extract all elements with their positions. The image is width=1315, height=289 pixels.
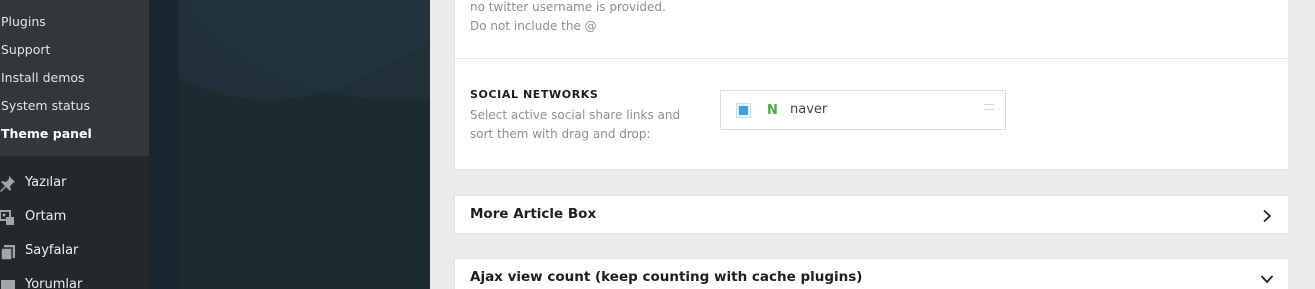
submenu-item-plugins[interactable]: Plugins bbox=[1, 14, 46, 29]
twitter-username-note-2: Do not include the @ bbox=[470, 19, 597, 33]
menu-item-pages[interactable]: Sayfalar bbox=[0, 235, 149, 269]
menu-label: Sayfalar bbox=[25, 243, 79, 258]
scroll-area-edge bbox=[1288, 0, 1315, 289]
social-networks-title: SOCIAL NETWORKS bbox=[470, 88, 599, 101]
menu-item-media[interactable]: Ortam bbox=[0, 201, 149, 235]
naver-checkbox[interactable] bbox=[736, 103, 751, 118]
theme-panel-content: no twitter username is provided. Do not … bbox=[430, 0, 1315, 289]
chevron-down-icon bbox=[1260, 271, 1274, 285]
accordion-title: More Article Box bbox=[470, 206, 597, 222]
checkbox-checked-mark bbox=[739, 106, 748, 115]
comments-icon bbox=[0, 276, 18, 289]
sortable-item-naver[interactable]: N naver bbox=[720, 90, 1006, 130]
naver-icon: N bbox=[767, 103, 778, 118]
accordion-title: Ajax view count (keep counting with cach… bbox=[470, 269, 863, 285]
menu-item-posts[interactable]: Yazılar bbox=[0, 167, 149, 201]
drag-handle-icon[interactable] bbox=[984, 104, 994, 110]
admin-sidebar: Plugins Support Install demos System sta… bbox=[0, 0, 149, 289]
accordion-more-article-box[interactable]: More Article Box bbox=[454, 195, 1289, 234]
pages-icon bbox=[0, 242, 18, 262]
submenu-item-support[interactable]: Support bbox=[1, 42, 50, 57]
pin-icon bbox=[0, 174, 18, 194]
theme-panel-backdrop bbox=[149, 0, 430, 289]
submenu-item-install-demos[interactable]: Install demos bbox=[1, 70, 85, 85]
submenu-item-theme-panel[interactable]: Theme panel bbox=[1, 126, 92, 141]
media-icon bbox=[0, 208, 18, 228]
menu-label: Yazılar bbox=[25, 175, 67, 190]
chevron-right-icon bbox=[1260, 208, 1274, 223]
appearance-submenu: Plugins Support Install demos System sta… bbox=[0, 0, 149, 156]
menu-label: Ortam bbox=[25, 209, 67, 224]
menu-item-comments[interactable]: Yorumlar bbox=[0, 269, 149, 289]
social-networks-description: Select active social share links and sor… bbox=[470, 108, 681, 141]
divider bbox=[455, 58, 1290, 59]
submenu-item-system-status[interactable]: System status bbox=[1, 98, 90, 113]
sortable-item-label: naver bbox=[790, 102, 828, 117]
menu-label: Yorumlar bbox=[25, 277, 83, 289]
accordion-ajax-view-count[interactable]: Ajax view count (keep counting with cach… bbox=[454, 258, 1289, 289]
twitter-username-note: no twitter username is provided. bbox=[470, 0, 666, 14]
social-settings-card: no twitter username is provided. Do not … bbox=[454, 0, 1290, 170]
